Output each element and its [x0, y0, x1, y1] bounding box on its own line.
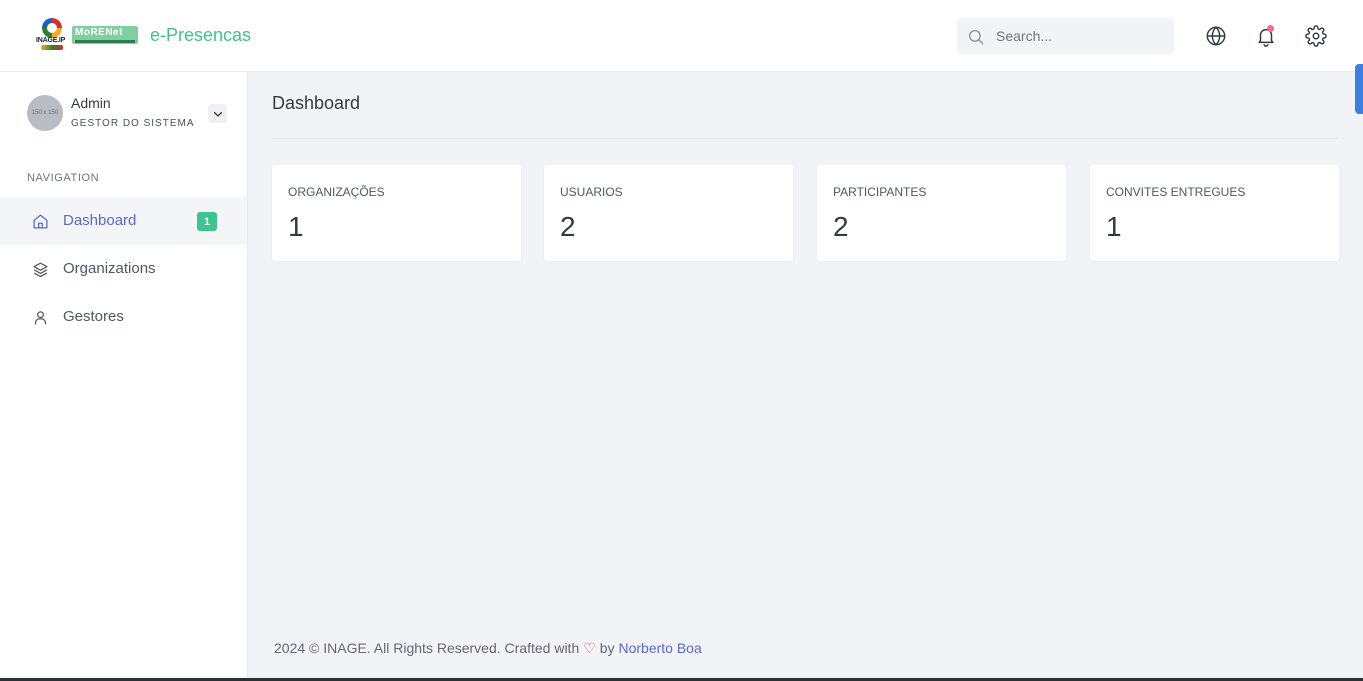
heart-icon: ♡: [583, 640, 596, 656]
inage-logo-text: INAGE.IP: [36, 37, 66, 44]
stat-card-value: 2: [560, 211, 576, 242]
sidebar: 150 x 150 Admin GESTOR DO SISTEMA NAVIGA…: [0, 72, 248, 681]
layers-icon: [33, 262, 48, 278]
user-role: GESTOR DO SISTEMA: [71, 118, 195, 129]
main-content: Dashboard ORGANIZAÇÕES 1 USUARIOS 2 PART…: [248, 72, 1363, 681]
stat-card-convites: CONVITES ENTREGUES 1: [1090, 165, 1339, 261]
divider: [272, 138, 1338, 139]
sidebar-item-label: Organizations: [63, 260, 156, 277]
gear-icon: [1305, 25, 1327, 47]
sidebar-item-gestores[interactable]: Gestores: [0, 293, 247, 341]
settings-panel-tab[interactable]: [1355, 64, 1363, 114]
search-input[interactable]: [996, 26, 1166, 46]
brand-logo[interactable]: INAGE.IP MoRENet e-Presencas: [36, 18, 251, 52]
inage-logo: INAGE.IP: [36, 18, 68, 52]
page-title: Dashboard: [272, 93, 361, 113]
top-bar: INAGE.IP MoRENet e-Presencas: [0, 0, 1363, 72]
sidebar-item-label: Dashboard: [63, 212, 137, 229]
stat-card-label: CONVITES ENTREGUES: [1106, 185, 1246, 199]
stat-card-organizacoes: ORGANIZAÇÕES 1: [272, 165, 521, 261]
stat-card-value: 1: [1106, 211, 1122, 242]
sidebar-item-organizations[interactable]: Organizations: [0, 245, 247, 293]
user-profile: 150 x 150 Admin GESTOR DO SISTEMA: [27, 95, 227, 133]
stat-card-usuarios: USUARIOS 2: [544, 165, 793, 261]
stat-card-participantes: PARTICIPANTES 2: [817, 165, 1066, 261]
stat-card-value: 1: [288, 211, 304, 242]
footer-text: 2024 © INAGE. All Rights Reserved. Craft…: [274, 640, 580, 656]
search-icon: [968, 29, 984, 45]
stat-card-value: 2: [833, 211, 849, 242]
stat-card-label: PARTICIPANTES: [833, 185, 927, 199]
footer: 2024 © INAGE. All Rights Reserved. Craft…: [274, 640, 702, 657]
chevron-down-icon: [213, 111, 222, 117]
notifications-button[interactable]: [1254, 24, 1278, 48]
avatar: 150 x 150: [27, 95, 63, 131]
sidebar-item-label: Gestores: [63, 308, 124, 325]
footer-by: by: [599, 640, 615, 656]
user-menu-toggle[interactable]: [208, 104, 227, 123]
app-name: e-Presencas: [150, 24, 252, 45]
stat-card-label: ORGANIZAÇÕES: [288, 185, 385, 199]
morenet-logo-text: MoRENet: [75, 27, 123, 38]
settings-button[interactable]: [1304, 24, 1328, 48]
user-name: Admin: [71, 95, 111, 111]
sidebar-item-dashboard[interactable]: Dashboard 1: [0, 197, 247, 245]
language-button[interactable]: [1204, 24, 1228, 48]
search-box[interactable]: [957, 18, 1174, 54]
notification-dot: [1267, 25, 1274, 32]
author-link[interactable]: Norberto Boa: [618, 640, 701, 656]
stat-card-label: USUARIOS: [560, 185, 623, 199]
morenet-logo: MoRENet: [72, 26, 138, 44]
dashboard-badge: 1: [197, 212, 217, 231]
home-icon: [33, 214, 48, 229]
nav-title: NAVIGATION: [27, 172, 100, 184]
globe-icon: [1206, 26, 1226, 46]
user-icon: [34, 311, 47, 325]
